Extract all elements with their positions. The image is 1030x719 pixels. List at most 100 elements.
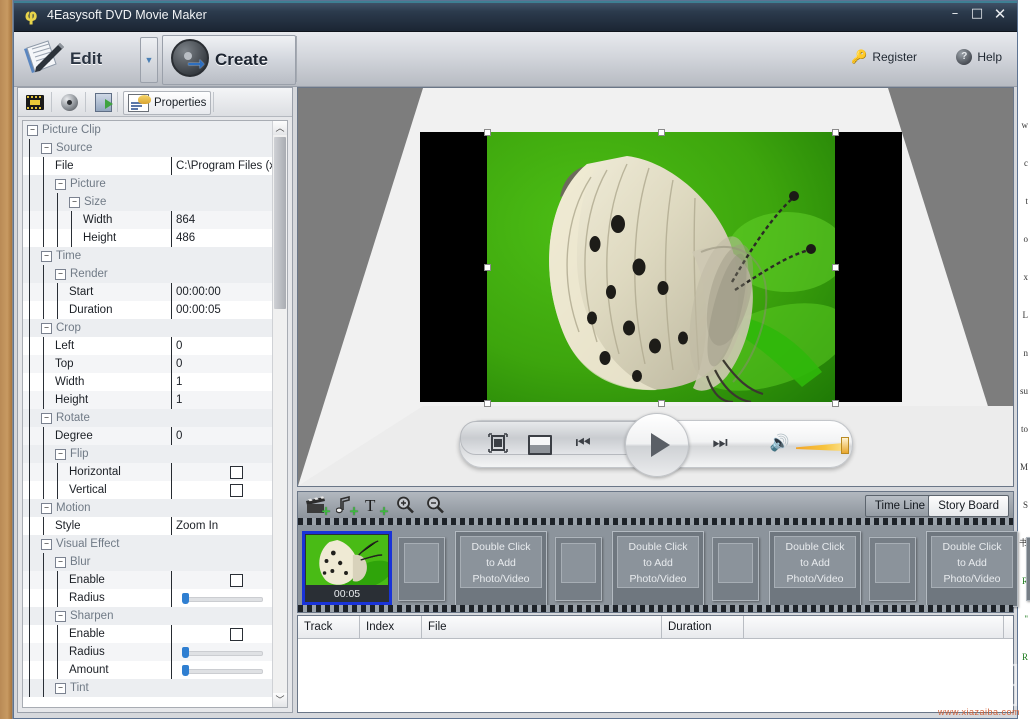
- property-value-cell[interactable]: [171, 571, 273, 589]
- property-value-cell[interactable]: 00:00:00: [171, 283, 273, 301]
- property-row[interactable]: −Visual Effect: [23, 535, 273, 553]
- property-value-cell[interactable]: 486: [171, 229, 273, 247]
- property-value-cell[interactable]: C:\Program Files (x86: [171, 157, 273, 175]
- tree-expander[interactable]: −: [55, 611, 66, 622]
- track-column-header[interactable]: File: [422, 616, 662, 638]
- property-checkbox[interactable]: [230, 574, 243, 587]
- picture-tab[interactable]: [91, 91, 116, 113]
- property-row[interactable]: Left0: [23, 337, 273, 355]
- property-row[interactable]: −Tint: [23, 679, 273, 697]
- create-mode-button[interactable]: ➞ Create: [162, 35, 296, 85]
- property-row[interactable]: Top0: [23, 355, 273, 373]
- tree-expander[interactable]: −: [41, 503, 52, 514]
- property-row[interactable]: StyleZoom In: [23, 517, 273, 535]
- scroll-down-arrow[interactable]: ﹀: [273, 693, 287, 707]
- property-row[interactable]: Enable: [23, 625, 273, 643]
- edit-mode-button[interactable]: Edit: [20, 33, 102, 85]
- add-video-button[interactable]: +: [306, 496, 328, 514]
- empty-clip-slot[interactable]: Double Clickto AddPhoto/Video: [769, 531, 861, 607]
- scroll-up-arrow[interactable]: ︿: [273, 121, 287, 135]
- storyboard-view-button[interactable]: Story Board: [928, 495, 1009, 517]
- empty-clip-slot[interactable]: Double Clickto AddPhoto/Video: [926, 531, 1018, 607]
- selection-handle[interactable]: [658, 129, 665, 136]
- tree-expander[interactable]: −: [55, 269, 66, 280]
- property-row[interactable]: Degree0: [23, 427, 273, 445]
- play-button[interactable]: [625, 413, 689, 477]
- transition-slot[interactable]: [712, 537, 759, 601]
- tree-expander[interactable]: −: [55, 449, 66, 460]
- previous-button[interactable]: ⏮: [576, 435, 591, 452]
- property-row[interactable]: Start00:00:00: [23, 283, 273, 301]
- timeline-view-button[interactable]: Time Line: [865, 495, 935, 517]
- audio-tab[interactable]: [57, 91, 82, 113]
- property-row[interactable]: Height1: [23, 391, 273, 409]
- add-text-button[interactable]: T +: [364, 496, 386, 514]
- slider-thumb[interactable]: [182, 593, 189, 604]
- property-row[interactable]: −Picture: [23, 175, 273, 193]
- fit-screen-button[interactable]: [488, 433, 508, 453]
- property-row[interactable]: FileC:\Program Files (x86: [23, 157, 273, 175]
- tree-expander[interactable]: −: [55, 683, 66, 694]
- property-slider[interactable]: [179, 664, 261, 676]
- add-music-button[interactable]: +: [336, 496, 356, 514]
- zoom-in-button[interactable]: [396, 496, 416, 514]
- transition-slot[interactable]: [1026, 537, 1030, 601]
- property-row[interactable]: −Rotate: [23, 409, 273, 427]
- property-slider[interactable]: [179, 646, 261, 658]
- zoom-out-button[interactable]: [426, 496, 446, 514]
- property-row[interactable]: −Time: [23, 247, 273, 265]
- selection-handle[interactable]: [832, 129, 839, 136]
- close-button[interactable]: ✕: [990, 5, 1010, 23]
- property-row[interactable]: Horizontal: [23, 463, 273, 481]
- edit-dropdown-button[interactable]: ▼: [140, 37, 158, 83]
- property-row[interactable]: −Crop: [23, 319, 273, 337]
- selection-handle[interactable]: [658, 400, 665, 407]
- property-value-cell[interactable]: 0: [171, 427, 273, 445]
- tree-expander[interactable]: −: [41, 539, 52, 550]
- property-row[interactable]: −Flip: [23, 445, 273, 463]
- property-value-cell[interactable]: [171, 625, 273, 643]
- property-value-cell[interactable]: 0: [171, 355, 273, 373]
- widescreen-button[interactable]: [528, 435, 552, 455]
- help-button[interactable]: ? Help: [956, 49, 1002, 65]
- property-row[interactable]: −Source: [23, 139, 273, 157]
- track-column-header[interactable]: Track: [298, 616, 360, 638]
- property-row[interactable]: −Motion: [23, 499, 273, 517]
- selection-handle[interactable]: [484, 400, 491, 407]
- slider-thumb[interactable]: [182, 665, 189, 676]
- selection-handle[interactable]: [484, 264, 491, 271]
- property-row[interactable]: Vertical: [23, 481, 273, 499]
- property-row[interactable]: −Sharpen: [23, 607, 273, 625]
- property-slider[interactable]: [179, 592, 261, 604]
- property-value-cell[interactable]: [171, 481, 273, 499]
- property-scrollbar[interactable]: ︿ ﹀: [272, 121, 287, 707]
- property-row[interactable]: Width1: [23, 373, 273, 391]
- tree-expander[interactable]: −: [41, 413, 52, 424]
- register-button[interactable]: 🔑 Register: [851, 49, 917, 65]
- scrollbar-thumb[interactable]: [274, 137, 286, 309]
- property-row[interactable]: −Size: [23, 193, 273, 211]
- tree-expander[interactable]: −: [55, 557, 66, 568]
- tree-expander[interactable]: −: [41, 143, 52, 154]
- tree-expander[interactable]: −: [41, 251, 52, 262]
- property-value-cell[interactable]: Zoom In: [171, 517, 273, 535]
- tree-expander[interactable]: −: [27, 125, 38, 136]
- volume-slider-knob[interactable]: [841, 437, 849, 454]
- property-checkbox[interactable]: [230, 628, 243, 641]
- property-row[interactable]: Height486: [23, 229, 273, 247]
- property-row[interactable]: Radius: [23, 643, 273, 661]
- transition-slot[interactable]: [869, 537, 916, 601]
- empty-clip-slot[interactable]: Double Clickto AddPhoto/Video: [612, 531, 704, 607]
- track-column-header[interactable]: Duration: [662, 616, 744, 638]
- tree-expander[interactable]: −: [41, 323, 52, 334]
- property-value-cell[interactable]: 0: [171, 337, 273, 355]
- next-button[interactable]: ⏭: [713, 435, 728, 452]
- transition-slot[interactable]: [398, 537, 445, 601]
- property-row[interactable]: Enable: [23, 571, 273, 589]
- property-value-cell[interactable]: [171, 661, 273, 679]
- selection-handle[interactable]: [832, 264, 839, 271]
- selection-handle[interactable]: [832, 400, 839, 407]
- property-row[interactable]: Radius: [23, 589, 273, 607]
- property-row[interactable]: Width864: [23, 211, 273, 229]
- transition-slot[interactable]: [555, 537, 602, 601]
